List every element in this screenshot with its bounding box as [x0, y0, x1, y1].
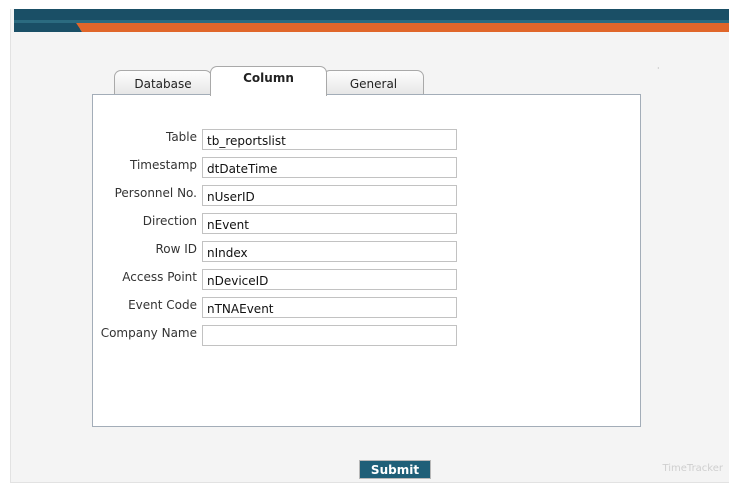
- tab-database[interactable]: Database: [114, 70, 212, 95]
- row-id-input[interactable]: [202, 241, 457, 262]
- access-point-label: Access Point: [122, 270, 197, 284]
- personnel-no-input[interactable]: [202, 185, 457, 206]
- direction-label: Direction: [142, 214, 197, 228]
- submit-button[interactable]: Submit: [359, 460, 431, 479]
- timestamp-label: Timestamp: [130, 158, 197, 172]
- tab-general[interactable]: General: [323, 70, 424, 95]
- personnel-no-label: Personnel No.: [114, 186, 197, 200]
- company-name-input[interactable]: [202, 325, 457, 346]
- event-code-label: Event Code: [128, 298, 197, 312]
- brand-footer: TimeTracker: [662, 463, 723, 474]
- access-point-input[interactable]: [202, 269, 457, 290]
- event-code-input[interactable]: [202, 297, 457, 318]
- company-name-label: Company Name: [100, 326, 197, 340]
- decorative-dot: ·: [657, 64, 660, 73]
- table-input[interactable]: [202, 129, 457, 150]
- timestamp-input[interactable]: [202, 157, 457, 178]
- tab-column[interactable]: Column: [210, 66, 327, 96]
- app-window: · Database General Column Table Timestam…: [0, 0, 729, 483]
- header-banner: [14, 9, 729, 32]
- row-id-label: Row ID: [155, 242, 197, 256]
- direction-input[interactable]: [202, 213, 457, 234]
- table-label: Table: [165, 130, 197, 144]
